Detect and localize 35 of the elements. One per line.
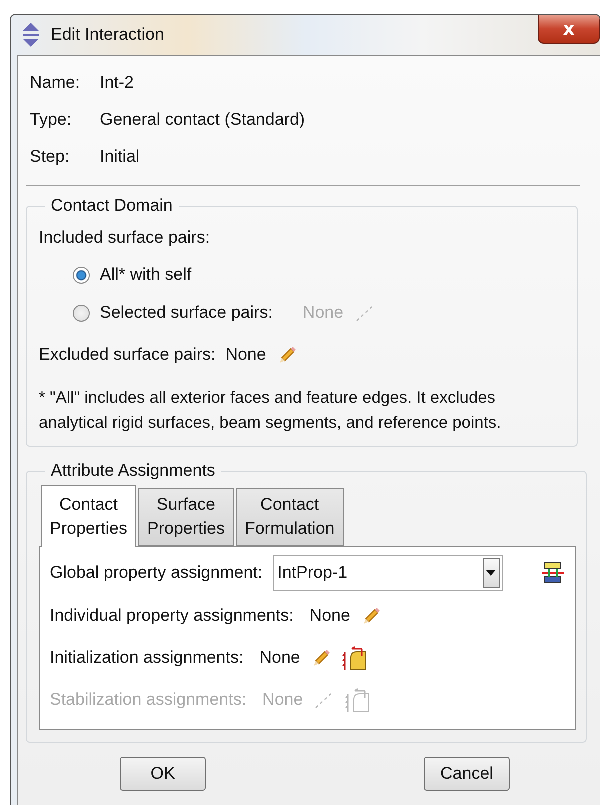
field-value: None <box>260 648 300 668</box>
contact-icon[interactable] <box>342 644 368 672</box>
field-label: Included surface pairs: <box>39 228 210 248</box>
caret-icon <box>486 570 496 576</box>
field-value: General contact (Standard) <box>100 110 306 130</box>
window-title: Edit Interaction <box>51 25 164 45</box>
field-value: Initial <box>100 146 140 166</box>
radio-button[interactable] <box>73 266 90 284</box>
close-button[interactable]: x <box>538 15 600 44</box>
field-label: Stabilization assignments: <box>50 690 247 710</box>
property-dropdown[interactable]: IntProp-1 <box>272 555 503 591</box>
field-value: None <box>226 345 266 365</box>
field-value: None <box>310 606 350 626</box>
field-value: None <box>262 690 304 710</box>
field-label: Name: <box>30 72 82 92</box>
radio-button[interactable] <box>73 304 90 322</box>
field-label: Individual property assignments: <box>50 606 294 626</box>
dialog-button[interactable]: Cancel <box>424 757 510 791</box>
tab[interactable]: Surface Properties <box>138 488 234 546</box>
field-label: Type: <box>30 110 73 130</box>
field-label: Initialization assignments: <box>50 648 244 668</box>
field-label: Global property assignment: <box>50 563 263 583</box>
field-value: None <box>302 303 344 323</box>
property-manager-icon[interactable] <box>540 561 565 585</box>
field-value: Int-2 <box>100 72 134 92</box>
radio-label: Selected surface pairs: <box>100 303 273 323</box>
group-title: Contact Domain <box>50 196 174 216</box>
note-text: * "All" includes all exterior faces and feature edges. It excludes analytical rigid surfaces, beam segments, and reference points. <box>39 388 502 434</box>
field-label: Step: <box>30 146 71 166</box>
radio-label: All* with self <box>100 265 192 285</box>
tab[interactable]: Contact Formulation <box>236 488 344 546</box>
dialog-button[interactable]: OK <box>120 757 206 791</box>
tab[interactable]: Contact Properties <box>41 485 136 547</box>
field-label: Excluded surface pairs: <box>39 345 216 365</box>
group-title: Attribute Assignments <box>50 461 216 481</box>
